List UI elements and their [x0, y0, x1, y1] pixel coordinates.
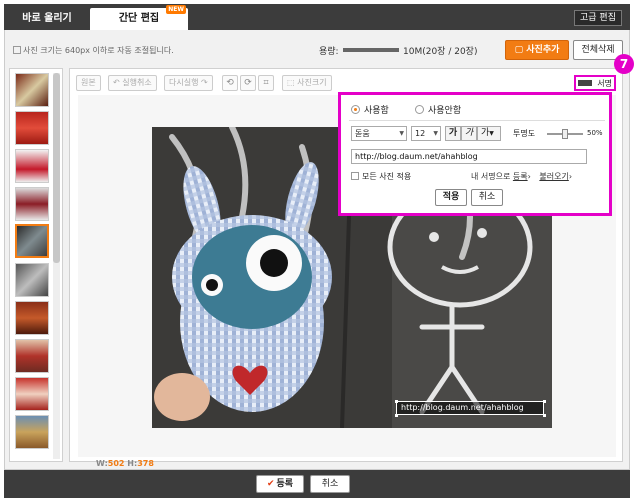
width-value: 502: [107, 459, 125, 468]
cancel-button[interactable]: 취소: [471, 189, 503, 206]
opacity-slider-knob[interactable]: [562, 129, 568, 139]
rotate-right-icon[interactable]: ⟳: [240, 75, 256, 91]
radio-empty-icon: [415, 105, 424, 114]
font-color-select[interactable]: 가▼: [477, 126, 501, 141]
rotate-left-icon[interactable]: ⟲: [222, 75, 238, 91]
opacity-value: 50%: [587, 129, 603, 137]
top-tab-bar: 바로 올리기 간단 편집 NEW 고급 편집: [4, 4, 630, 30]
check-icon: ✔: [266, 479, 275, 489]
my-signature-label: 내 서명으로: [471, 172, 511, 181]
width-label: W:: [96, 459, 108, 468]
radio-selected-icon: [351, 105, 360, 114]
radio-use-label: 사용함: [364, 106, 389, 116]
opacity-label: 투명도: [513, 129, 536, 138]
add-photo-label: 사진추가: [526, 45, 560, 55]
thumbnail[interactable]: [15, 339, 49, 373]
size-note-text: 사진 크기는 640px 이하로 자동 조절됩니다.: [23, 46, 174, 55]
bottom-bar: ✔ 등록 취소: [4, 470, 630, 498]
radio-no-use[interactable]: 사용안함: [415, 103, 461, 116]
register-link[interactable]: 등록: [513, 172, 528, 181]
image-dimensions: W:502 H:378: [96, 459, 154, 468]
bold-button[interactable]: 가: [445, 126, 461, 141]
thumbnail-selected[interactable]: [15, 224, 49, 258]
add-photo-button[interactable]: ▢ 사진추가: [505, 40, 569, 60]
font-size-value: 12: [415, 129, 426, 138]
thumbnail[interactable]: [15, 415, 49, 449]
redo-label: 다시실행: [169, 78, 199, 87]
resize-handle[interactable]: [543, 414, 546, 417]
thumbnail[interactable]: [15, 301, 49, 335]
crop-icon[interactable]: ⌗: [258, 75, 274, 91]
apply-button[interactable]: 적용: [435, 189, 467, 206]
scrollbar-handle[interactable]: [53, 73, 60, 263]
resize-handle[interactable]: [395, 414, 398, 417]
opacity-slider[interactable]: [547, 129, 583, 139]
tab-quick-upload[interactable]: 바로 올리기: [8, 8, 86, 30]
thumbnail[interactable]: [15, 377, 49, 411]
apply-all-label: 모든 사진 적용: [362, 172, 412, 181]
capacity-label: 용량:: [319, 47, 339, 57]
font-size-select[interactable]: 12 ▼: [411, 126, 441, 141]
signature-settings-panel: 사용함 사용안함 돋움 ▼ 12 ▼ 가 가 가▼ 투명도 50% http://b…: [338, 92, 612, 216]
height-value: 378: [137, 459, 154, 468]
photo-icon: ▢: [514, 45, 524, 55]
undo-icon: ↶: [113, 78, 120, 87]
chevron-down-icon: ▼: [399, 130, 404, 137]
chevron-down-icon: ▼: [433, 130, 438, 137]
thumbnail[interactable]: [15, 187, 49, 221]
checkbox-icon: [351, 172, 359, 180]
submit-button[interactable]: ✔ 등록: [256, 475, 304, 493]
chevron-down-icon: ▼: [489, 130, 494, 137]
thumbnail-scrollbar[interactable]: [53, 73, 60, 459]
my-signature-links: 내 서명으로 등록› 불러오기›: [471, 172, 573, 181]
original-button[interactable]: 원본: [76, 75, 101, 91]
capacity-bar-fill: [343, 48, 399, 52]
thumbnail[interactable]: [15, 149, 49, 183]
undo-label: 실행취소: [122, 78, 152, 87]
photo-size-button[interactable]: ⬚ 사진크기: [282, 75, 332, 91]
submit-label: 등록: [276, 479, 294, 489]
divider: [349, 120, 605, 121]
tab-simple-edit[interactable]: 간단 편집 NEW: [90, 5, 188, 30]
signature-icon: [578, 80, 592, 86]
undo-button[interactable]: ↶ 실행취소: [108, 75, 157, 91]
signature-text-input[interactable]: http://blog.daum.net/ahahblog: [351, 149, 587, 164]
resize-handle[interactable]: [395, 400, 398, 403]
thumbnail[interactable]: [15, 73, 49, 107]
apply-all-checkbox[interactable]: 모든 사진 적용: [351, 171, 411, 182]
image-icon: [13, 46, 21, 54]
signature-overlay[interactable]: http://blog.daum.net/ahahblog: [396, 401, 544, 415]
font-value: 돋움: [355, 129, 370, 138]
italic-button[interactable]: 가: [461, 126, 477, 141]
capacity-bar: [343, 48, 399, 52]
radio-use[interactable]: 사용함: [351, 103, 389, 116]
resize-handle[interactable]: [543, 400, 546, 403]
thumbnail[interactable]: [15, 263, 49, 297]
photo-size-label: 사진크기: [297, 78, 327, 87]
new-badge: NEW: [166, 5, 186, 14]
signature-button-label: 서명: [597, 79, 612, 88]
advanced-edit-button[interactable]: 고급 편집: [574, 10, 622, 26]
redo-icon: ↷: [201, 78, 208, 87]
height-label: H:: [127, 459, 138, 468]
capacity-text: 10M(20장 / 20장): [403, 47, 478, 57]
resize-icon: ⬚: [287, 78, 295, 87]
redo-button[interactable]: 다시실행 ↷: [164, 75, 213, 91]
thumbnail[interactable]: [15, 111, 49, 145]
font-select[interactable]: 돋움 ▼: [351, 126, 407, 141]
info-bar: 사진 크기는 640px 이하로 자동 조절됩니다. 용량: 10M(20장 /…: [4, 30, 630, 66]
radio-no-use-label: 사용안함: [428, 106, 462, 116]
step-badge: 7: [614, 54, 634, 74]
signature-button[interactable]: 서명: [574, 75, 616, 91]
footer-cancel-button[interactable]: 취소: [310, 475, 350, 493]
size-note: 사진 크기는 640px 이하로 자동 조절됩니다.: [13, 45, 174, 56]
photo-editor-window: 바로 올리기 간단 편집 NEW 고급 편집 사진 크기는 640px 이하로 …: [0, 0, 634, 502]
thumbnail-list: [9, 68, 63, 462]
load-link[interactable]: 불러오기: [539, 172, 568, 181]
tab-simple-edit-label: 간단 편집: [118, 13, 160, 24]
